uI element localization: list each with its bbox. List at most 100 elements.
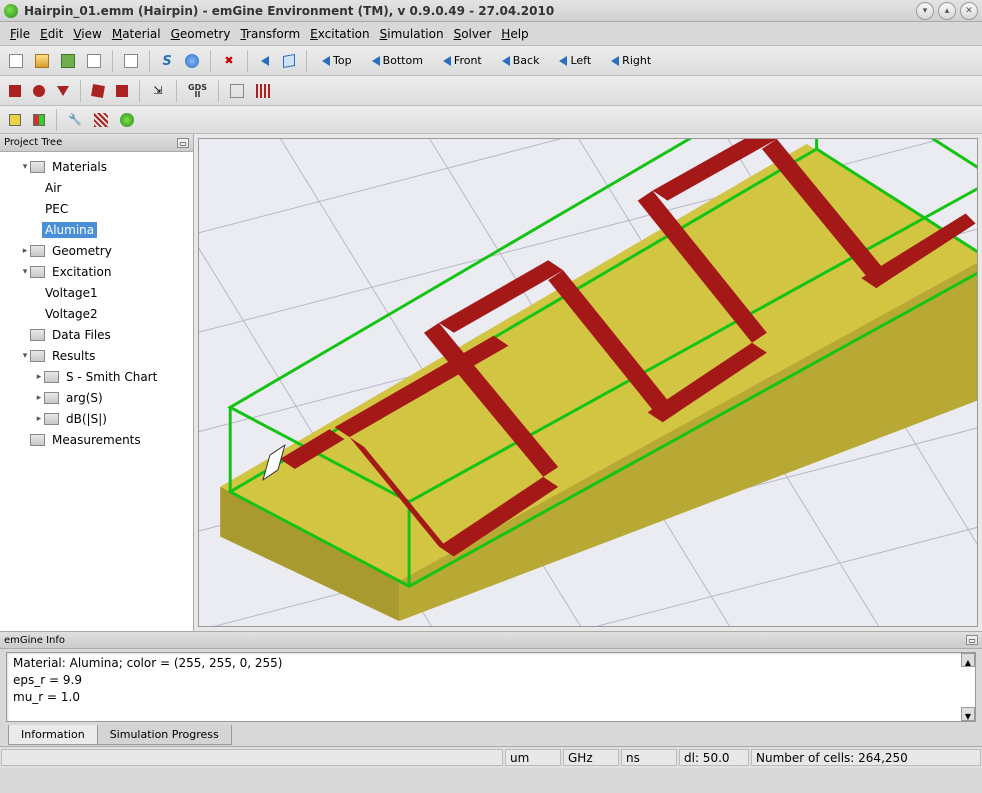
view-bottom-button[interactable]: Bottom [363,50,432,72]
maximize-button[interactable]: ▴ [938,2,956,20]
open-button[interactable] [30,50,54,72]
menu-material[interactable]: Material [108,25,165,43]
menu-file[interactable]: File [6,25,34,43]
cone-shape-button[interactable] [52,80,74,102]
print-button[interactable] [119,50,143,72]
triangle-icon [443,56,451,66]
toggle-button[interactable] [225,80,249,102]
collapse-panel-icon[interactable]: ▭ [966,635,978,645]
import-button[interactable]: ⇲ [146,80,170,102]
viewport-3d[interactable] [198,138,978,627]
close-button[interactable]: ✕ [960,2,978,20]
info-panel: emGine Info ▭ Material: Alumina; color =… [0,631,982,746]
tree-pec[interactable]: PEC [2,198,191,219]
minimize-button[interactable]: ▾ [916,2,934,20]
save-as-button[interactable] [82,50,106,72]
open-folder-icon [35,54,49,68]
scroll-down-icon[interactable]: ▼ [961,707,975,721]
view-top-button[interactable]: Top [313,50,361,72]
rect-shape-button[interactable] [4,80,26,102]
info-panel-title: emGine Info ▭ [0,631,982,649]
expander-icon[interactable]: ▸ [34,414,44,424]
menu-help[interactable]: Help [497,25,532,43]
info-button[interactable] [180,50,204,72]
circle-shape-button[interactable] [28,80,50,102]
display-multi-button[interactable] [28,109,50,131]
new-button[interactable] [4,50,28,72]
separator [139,80,140,102]
gds-icon: GDSII [188,84,207,98]
status-message [1,749,503,766]
separator [210,50,211,72]
gds-button[interactable]: GDSII [183,80,212,102]
expander-icon[interactable]: ▾ [20,162,30,172]
tree-geometry[interactable]: ▸Geometry [2,240,191,261]
main-area: Project Tree ▭ ▾Materials Air PEC Alumin… [0,134,982,631]
cube-icon [283,53,295,67]
toolbar-geometry: ⇲ GDSII [0,76,982,106]
window-title: Hairpin_01.emm (Hairpin) - emGine Enviro… [24,4,916,18]
menu-edit[interactable]: Edit [36,25,67,43]
run-button[interactable] [115,109,139,131]
tree-excitation[interactable]: ▾Excitation [2,261,191,282]
menu-solver[interactable]: Solver [450,25,496,43]
expander-icon[interactable]: ▸ [20,246,30,256]
collapse-panel-icon[interactable]: ▭ [177,138,189,148]
info-line: Material: Alumina; color = (255, 255, 0,… [13,655,969,672]
tree-air[interactable]: Air [2,177,191,198]
box-icon [116,85,128,97]
import-icon: ⇲ [151,84,165,98]
expander-icon[interactable]: ▾ [20,351,30,361]
view-right-button[interactable]: Right [602,50,660,72]
solid-icon [9,114,21,126]
menu-transform[interactable]: Transform [236,25,304,43]
info-textarea[interactable]: Material: Alumina; color = (255, 255, 0,… [6,652,976,722]
view-front-button[interactable]: Front [434,50,491,72]
folder-icon [30,350,45,362]
tree-measurements[interactable]: Measurements [2,429,191,450]
menu-excitation[interactable]: Excitation [306,25,373,43]
tree-args[interactable]: ▸arg(S) [2,387,191,408]
menu-geometry[interactable]: Geometry [167,25,235,43]
delete-button[interactable]: ✖ [217,50,241,72]
wireframe-button[interactable] [254,50,276,72]
view-left-button[interactable]: Left [550,50,600,72]
tab-information[interactable]: Information [8,725,98,745]
expander-icon[interactable]: ▾ [20,267,30,277]
wrench-icon: 🔧 [68,113,82,127]
info-line: mu_r = 1.0 [13,689,969,706]
expander-icon[interactable]: ▸ [34,393,44,403]
info-line: eps_r = 9.9 [13,672,969,689]
tree-alumina[interactable]: Alumina [2,219,191,240]
tree-results[interactable]: ▾Results [2,345,191,366]
tab-simulation-progress[interactable]: Simulation Progress [98,725,232,745]
menu-view[interactable]: View [69,25,105,43]
box-button[interactable] [278,50,300,72]
settings-button[interactable]: S [156,50,178,72]
box-shape-button[interactable] [111,80,133,102]
tree-voltage2[interactable]: Voltage2 [2,303,191,324]
tool-button[interactable]: 🔧 [63,109,87,131]
menu-simulation[interactable]: Simulation [376,25,448,43]
scroll-up-icon[interactable]: ▲ [961,653,975,667]
triangle-icon [611,56,619,66]
save-as-icon [87,54,101,68]
mesh-button[interactable] [89,109,113,131]
display-solid-button[interactable] [4,109,26,131]
cone-icon [57,86,69,96]
expander-icon[interactable]: ▸ [34,372,44,382]
statusbar: um GHz ns dl: 50.0 Number of cells: 264,… [0,746,982,768]
tree-voltage1[interactable]: Voltage1 [2,282,191,303]
save-button[interactable] [56,50,80,72]
window-titlebar: Hairpin_01.emm (Hairpin) - emGine Enviro… [0,0,982,22]
project-tree[interactable]: ▾Materials Air PEC Alumina ▸Geometry ▾Ex… [0,152,193,631]
folder-icon [44,392,59,404]
tree-smith[interactable]: ▸S - Smith Chart [2,366,191,387]
poly-shape-button[interactable] [87,80,109,102]
bars-button[interactable] [251,80,275,102]
tree-materials[interactable]: ▾Materials [2,156,191,177]
view-back-button[interactable]: Back [493,50,549,72]
tree-dbs[interactable]: ▸dB(|S|) [2,408,191,429]
tree-datafiles[interactable]: Data Files [2,324,191,345]
status-unit-freq: GHz [563,749,619,766]
